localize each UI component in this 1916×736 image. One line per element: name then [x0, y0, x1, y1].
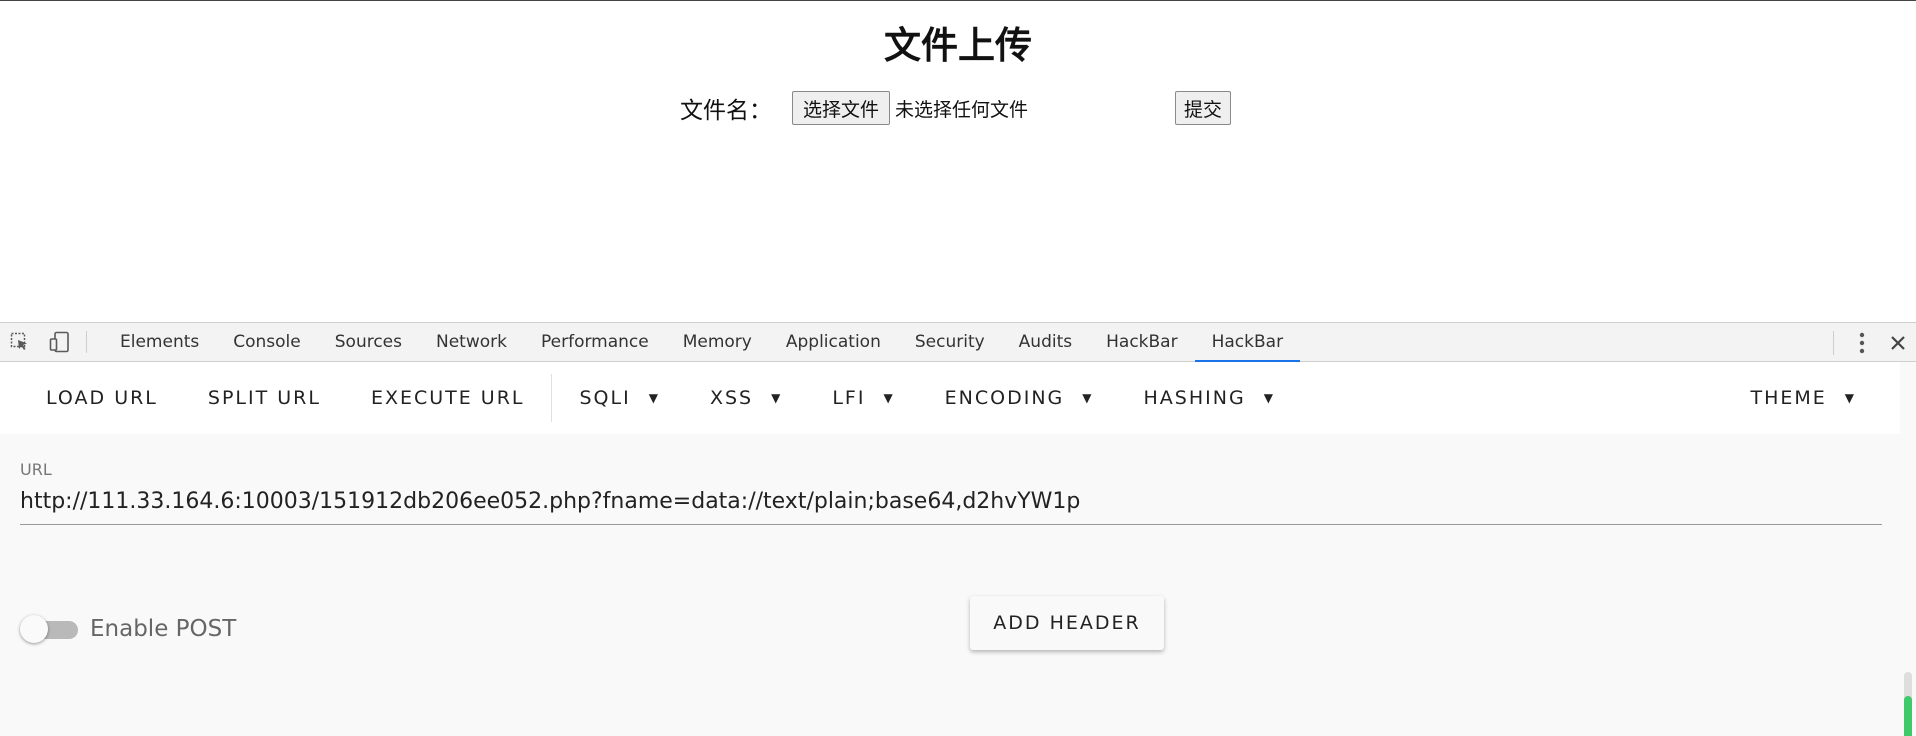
theme-label: THEME: [1750, 387, 1827, 409]
encoding-label: ENCODING: [944, 387, 1065, 409]
close-icon[interactable]: [1880, 323, 1916, 363]
file-label: 文件名：: [680, 98, 772, 124]
add-header-button[interactable]: ADD HEADER: [970, 596, 1164, 650]
page-content: 文件上传 文件名： 选择文件 未选择任何文件 提交: [0, 0, 1916, 322]
tab-application[interactable]: Application: [769, 323, 898, 361]
url-section: URL: [20, 460, 1882, 525]
caret-down-icon: ▼: [1844, 391, 1856, 405]
execute-url-label: EXECUTE URL: [370, 387, 525, 409]
browser-window: 文件上传 文件名： 选择文件 未选择任何文件 提交 Elements Conso…: [0, 0, 1916, 736]
lfi-menu-button[interactable]: LFI ▼: [807, 374, 919, 422]
tab-hackbar-active[interactable]: HackBar: [1194, 323, 1301, 362]
load-url-label: LOAD URL: [46, 387, 158, 409]
tab-separator: [86, 331, 87, 353]
caret-down-icon: ▼: [1263, 391, 1275, 405]
xss-label: XSS: [709, 387, 754, 409]
caret-down-icon: ▼: [1082, 391, 1094, 405]
devtools-window-controls: [1823, 323, 1916, 363]
encoding-menu-button[interactable]: ENCODING ▼: [920, 374, 1119, 422]
tab-security[interactable]: Security: [898, 323, 1002, 361]
hashing-menu-button[interactable]: HASHING ▼: [1119, 374, 1300, 422]
add-header-label: ADD HEADER: [993, 612, 1141, 634]
load-url-button[interactable]: LOAD URL: [0, 374, 183, 422]
caret-down-icon: ▼: [648, 391, 660, 405]
device-toolbar-icon[interactable]: [40, 323, 80, 361]
split-url-label: SPLIT URL: [207, 387, 321, 409]
url-label: URL: [20, 460, 52, 479]
theme-menu-button[interactable]: THEME ▼: [1725, 374, 1900, 422]
inspect-element-icon[interactable]: [0, 323, 40, 361]
hackbar-toolbar: LOAD URL SPLIT URL EXECUTE URL SQLI ▼ XSS…: [0, 362, 1900, 434]
hashing-label: HASHING: [1143, 387, 1246, 409]
caret-down-icon: ▼: [883, 391, 895, 405]
tab-memory[interactable]: Memory: [666, 323, 769, 361]
no-file-text: 未选择任何文件: [895, 98, 1029, 121]
execute-url-button[interactable]: EXECUTE URL: [346, 374, 550, 422]
tab-performance[interactable]: Performance: [524, 323, 666, 361]
lfi-label: LFI: [832, 387, 866, 409]
toggle-knob: [20, 615, 48, 643]
panel-scrollbar[interactable]: [1902, 672, 1914, 736]
tab-console[interactable]: Console: [216, 323, 318, 361]
caret-down-icon: ▼: [771, 391, 783, 405]
sqli-label: SQLI: [579, 387, 631, 409]
more-options-icon[interactable]: [1844, 323, 1880, 363]
devtools-tabs: Elements Console Sources Network Perform…: [103, 323, 1301, 362]
devtools-panel: Elements Console Sources Network Perform…: [0, 322, 1916, 736]
tab-hackbar[interactable]: HackBar: [1089, 323, 1194, 361]
tab-network[interactable]: Network: [419, 323, 524, 361]
toolbar-divider: [551, 374, 553, 422]
scrollbar-thumb[interactable]: [1904, 696, 1912, 736]
submit-button[interactable]: 提交: [1175, 91, 1232, 125]
url-input[interactable]: [20, 489, 1882, 525]
enable-post-toggle[interactable]: [20, 614, 78, 644]
xss-menu-button[interactable]: XSS ▼: [685, 374, 807, 422]
enable-post-row: Enable POST: [20, 614, 236, 644]
tab-elements[interactable]: Elements: [103, 323, 216, 361]
sqli-menu-button[interactable]: SQLI ▼: [554, 374, 684, 422]
upload-form: 文件名： 选择文件 未选择任何文件 提交: [680, 91, 1232, 125]
enable-post-label: Enable POST: [90, 616, 237, 642]
controls-separator: [1833, 331, 1834, 355]
page-title: 文件上传: [884, 24, 1032, 67]
tab-audits[interactable]: Audits: [1002, 323, 1089, 361]
split-url-button[interactable]: SPLIT URL: [183, 374, 346, 422]
tab-sources[interactable]: Sources: [318, 323, 419, 361]
choose-file-button[interactable]: 选择文件: [792, 91, 891, 125]
devtools-tab-bar: Elements Console Sources Network Perform…: [0, 322, 1916, 362]
